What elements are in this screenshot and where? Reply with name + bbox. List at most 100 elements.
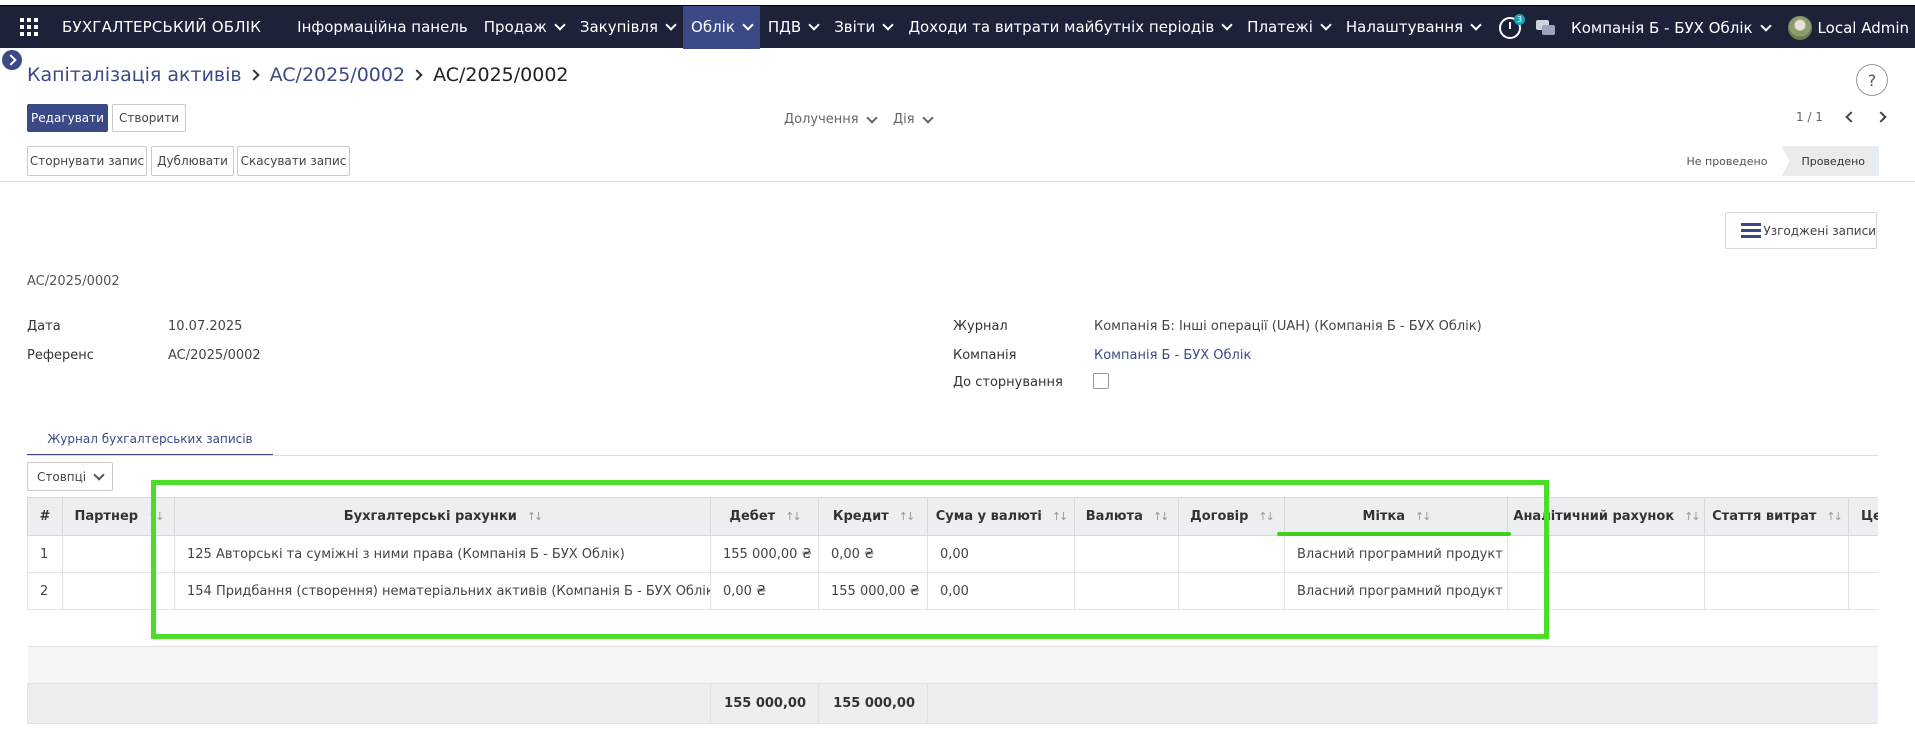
cell-expense-item[interactable] [1704,535,1849,573]
cell-contract[interactable] [1178,535,1285,573]
create-button[interactable]: Створити [112,104,186,132]
cell-account[interactable]: 125 Авторські та суміжні з ними права (К… [174,535,711,573]
cell-analytic[interactable] [1507,535,1705,573]
header-amount-currency[interactable]: Сума у валюті ↑↓ [927,497,1075,536]
chevron-down-icon [93,468,105,481]
cell-partner[interactable] [62,572,175,610]
table-header-row: # Партнер ↑↓ Бухгалтерські рахунки ↑↓ Дебе… [27,497,1878,536]
cell-num: 2 [27,572,63,610]
header-debit[interactable]: Дебет ↑↓ [710,497,819,536]
chevron-down-icon [882,19,894,31]
main-menu: Інформаційна панель Продаж Закупівля Обл… [289,5,1488,49]
apps-menu-icon[interactable] [0,6,58,49]
cell-debit[interactable]: 0,00 ₴ [710,572,819,610]
sort-icon: ↑↓ [1684,510,1701,523]
cell-label[interactable]: Власний програмний продукт [1284,535,1508,573]
cell-amount-currency[interactable]: 0,00 [927,535,1075,573]
cell-credit[interactable]: 0,00 ₴ [818,535,928,573]
sort-icon: ↑↓ [1826,510,1843,523]
header-label[interactable]: Мітка ↑↓ [1284,497,1508,536]
header-center[interactable]: Цен [1848,497,1878,536]
company-link[interactable]: Компанія Б - БУХ Облік [1094,348,1251,363]
breadcrumb: Капіталізація активів AC/2025/0002 AC/20… [27,64,569,86]
help-button[interactable]: ? [1856,64,1888,96]
empty-row [27,646,1878,684]
sidebar-toggle-icon[interactable] [2,50,22,70]
pager-value: 1 / 1 [1796,110,1823,124]
cell-currency[interactable] [1074,572,1179,610]
reconciled-entries-button[interactable]: Узгоджені записи [1725,212,1877,249]
cell-currency[interactable] [1074,535,1179,573]
status-draft[interactable]: Не проведено [1666,146,1781,176]
menu-dashboard[interactable]: Інформаційна панель [289,6,476,49]
edit-button[interactable]: Редагувати [27,104,108,132]
journal-items-table-wrap: # Партнер ↑↓ Бухгалтерські рахунки ↑↓ Дебе… [27,497,1878,732]
cell-credit[interactable]: 155 000,00 ₴ [818,572,928,610]
header-account[interactable]: Бухгалтерські рахунки ↑↓ [174,497,711,536]
header-partner[interactable]: Партнер ↑↓ [62,497,175,536]
header-contract[interactable]: Договір ↑↓ [1178,497,1285,536]
breadcrumb-root[interactable]: Капіталізація активів [27,64,242,86]
sort-icon: ↑↓ [785,510,802,523]
cell-center[interactable] [1848,535,1878,573]
activity-badge: 3 [1514,13,1526,25]
table-row[interactable]: 1 125 Авторські та суміжні з ними права … [27,535,1878,573]
to-reverse-checkbox[interactable] [1093,373,1109,389]
menu-purchase[interactable]: Закупівля [572,6,683,49]
cell-amount-currency[interactable]: 0,00 [927,572,1075,610]
cell-center[interactable] [1848,572,1878,610]
to-reverse-label: До сторнування [953,375,1063,390]
menu-settings[interactable]: Налаштування [1338,6,1488,49]
cell-partner[interactable] [62,535,175,573]
activity-clock-icon[interactable]: 3 [1499,13,1526,39]
chevron-down-icon [865,111,878,124]
reverse-entry-button[interactable]: Сторнувати запис [27,146,147,176]
chevron-down-icon [1221,19,1233,31]
menu-reports[interactable]: Звіти [826,6,900,49]
total-debit: 155 000,00 [710,683,819,724]
columns-button[interactable]: Стовпці [27,462,113,491]
cell-account[interactable]: 154 Придбання (створення) нематеріальних… [174,572,711,610]
menu-sales[interactable]: Продаж [476,6,572,49]
breadcrumb-parent[interactable]: AC/2025/0002 [270,64,405,86]
header-credit[interactable]: Кредит ↑↓ [818,497,928,536]
breadcrumb-current: AC/2025/0002 [433,64,569,86]
user-menu[interactable]: Local Admin [1787,15,1915,40]
header-analytic[interactable]: Аналітичний рахунок ↑↓ [1507,497,1705,536]
chevron-right-icon[interactable] [1875,111,1887,123]
attachments-dropdown[interactable]: Долучення [784,111,878,127]
chevron-down-icon [1320,19,1332,31]
menu-deferred[interactable]: Доходи та витрати майбутніх періодів [900,6,1239,49]
chevron-down-icon [742,19,754,31]
cell-debit[interactable]: 155 000,00 ₴ [710,535,819,573]
cell-contract[interactable] [1178,572,1285,610]
header-num: # [27,497,63,536]
menu-accounting[interactable]: Облік [683,5,760,49]
tab-journal-items[interactable]: Журнал бухгалтерських записів [27,424,273,456]
status-posted[interactable]: Проведено [1781,146,1879,176]
chevron-right-icon [411,69,423,81]
menu-vat[interactable]: ПДВ [760,6,826,49]
sort-icon: ↑↓ [1415,510,1432,523]
app-brand: БУХГАЛТЕРСЬКИЙ ОБЛІК [62,18,262,36]
cell-label[interactable]: Власний програмний продукт [1284,572,1508,610]
journal-items-table: # Партнер ↑↓ Бухгалтерські рахунки ↑↓ Дебе… [27,497,1878,724]
company-switcher[interactable]: Компанія Б - БУХ Облік [1571,19,1772,37]
chevron-left-icon[interactable] [1845,111,1857,123]
table-row[interactable]: 2 154 Придбання (створення) нематеріальн… [27,572,1878,610]
header-currency[interactable]: Валюта ↑↓ [1074,497,1179,536]
avatar [1787,15,1812,40]
cell-expense-item[interactable] [1704,572,1849,610]
sort-icon: ↑↓ [1152,510,1170,523]
tab-divider [27,455,1878,456]
cell-num: 1 [27,535,63,573]
cancel-entry-button[interactable]: Скасувати запис [237,146,350,176]
menu-payments[interactable]: Платежі [1239,6,1338,49]
chevron-down-icon [554,19,566,31]
action-dropdown[interactable]: Дія [893,111,934,127]
duplicate-button[interactable]: Дублювати [151,146,234,176]
cell-analytic[interactable] [1507,572,1705,610]
messages-icon[interactable] [1535,17,1557,39]
header-expense-item[interactable]: Стаття витрат ↑↓ [1704,497,1849,536]
date-label: Дата [27,319,61,334]
